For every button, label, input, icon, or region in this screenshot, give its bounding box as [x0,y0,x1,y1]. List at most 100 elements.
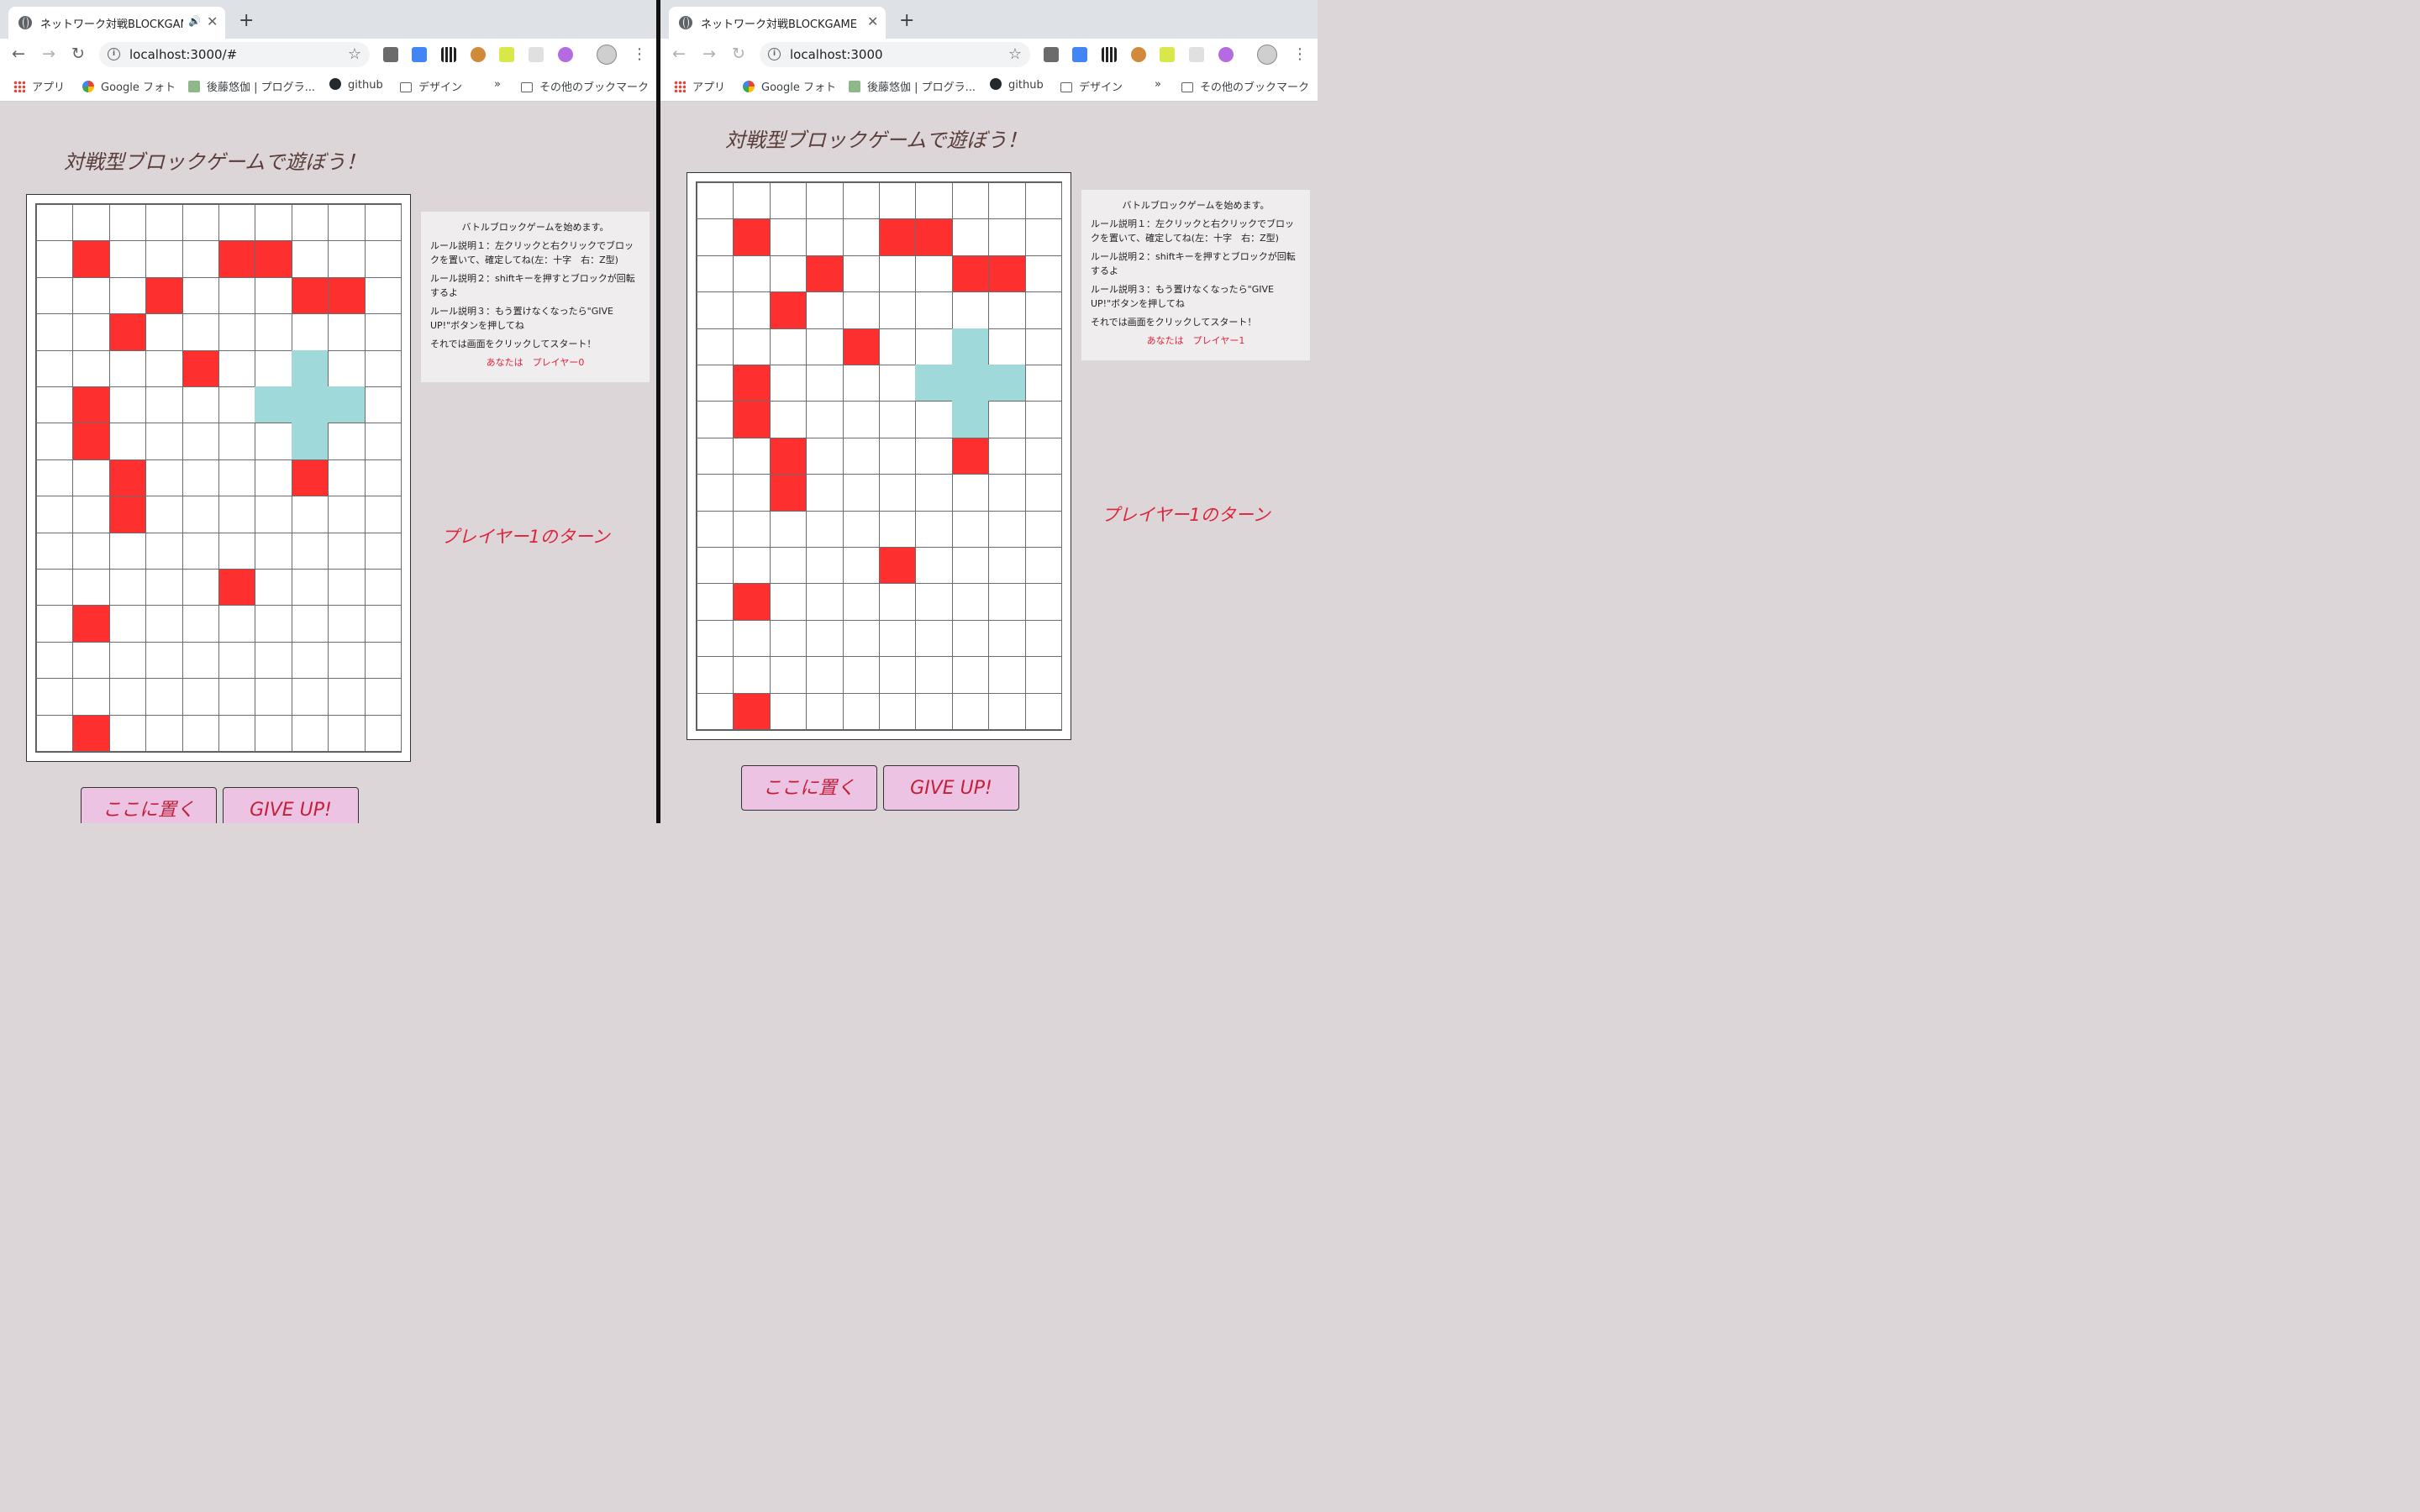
board-cell-red-block[interactable] [72,714,110,752]
board-cell[interactable] [697,182,734,220]
board-cell[interactable] [364,204,402,242]
board-cell[interactable] [842,656,880,694]
board-cell[interactable] [182,313,219,351]
board-cell-red-block[interactable] [328,276,366,315]
board-cell[interactable] [182,204,219,242]
board-cell[interactable] [951,291,990,329]
board-cell[interactable] [255,605,292,643]
board-cell[interactable] [1024,510,1062,548]
board-cell[interactable] [988,619,1026,658]
board-cell[interactable] [879,401,917,438]
board-cell[interactable] [806,291,844,329]
board-cell[interactable] [328,569,366,606]
board-cell[interactable] [328,714,366,752]
board-cell[interactable] [915,328,953,365]
board-cell[interactable] [951,619,990,658]
board-cell[interactable] [1024,291,1062,329]
board-cell[interactable] [145,386,183,424]
board-cell[interactable] [72,641,110,680]
board-cell[interactable] [218,276,256,315]
board-cell[interactable] [291,714,329,752]
board-cell[interactable] [36,240,74,278]
board-cell[interactable] [255,569,292,606]
board-cell[interactable] [915,547,953,585]
board-cell[interactable] [364,678,402,716]
board-cell[interactable] [806,692,844,730]
board-cell-preview-block[interactable] [291,386,329,424]
board-cell-preview-block[interactable] [915,365,953,402]
board-cell[interactable] [145,423,183,460]
bookmark-photos[interactable]: Google フォト [82,78,176,94]
board-cell-red-block[interactable] [72,240,110,278]
board-cell-red-block[interactable] [218,569,256,606]
board-cell[interactable] [218,459,256,497]
board-cell[interactable] [1024,692,1062,730]
board-cell[interactable] [769,182,808,220]
board-cell-red-block[interactable] [769,474,808,512]
give-up-button[interactable]: GIVE UP! [883,765,1019,811]
board-cell[interactable] [951,218,990,256]
info-icon[interactable]: i [108,48,120,60]
board-cell[interactable] [697,328,734,365]
board-cell[interactable] [842,510,880,548]
board-cell[interactable] [182,605,219,643]
board-cell[interactable] [36,569,74,606]
board-cell-red-block[interactable] [806,255,844,293]
camera-extension-icon[interactable] [1044,47,1059,62]
board-cell[interactable] [769,619,808,658]
board-cell[interactable] [364,276,402,315]
bookmark-overflow[interactable]: » [1155,78,1161,91]
place-here-button[interactable]: ここに置く [81,787,217,823]
board-cell[interactable] [72,459,110,497]
board-cell[interactable] [218,204,256,242]
board-cell[interactable] [218,678,256,716]
board-cell[interactable] [182,276,219,315]
board-cell[interactable] [697,401,734,438]
board-cell[interactable] [988,583,1026,621]
board-cell[interactable] [36,423,74,460]
board-cell[interactable] [915,619,953,658]
board-cell[interactable] [842,474,880,512]
board-cell[interactable] [879,437,917,475]
close-tab-icon[interactable]: ✕ [867,13,878,29]
board-cell[interactable] [697,547,734,585]
board-cell-red-block[interactable] [879,547,917,585]
board-cell[interactable] [806,510,844,548]
board-cell[interactable] [255,459,292,497]
board-cell[interactable] [879,583,917,621]
board-cell[interactable] [145,240,183,278]
board-cell[interactable] [879,692,917,730]
board-cell[interactable] [108,605,147,643]
board-cell-red-block[interactable] [733,583,771,621]
board-cell[interactable] [951,547,990,585]
board-cell[interactable] [364,532,402,570]
board-cell[interactable] [182,386,219,424]
board-cell[interactable] [697,619,734,658]
qr-extension-icon[interactable] [441,47,456,62]
board-cell[interactable] [733,182,771,220]
board-cell[interactable] [915,255,953,293]
new-tab-button[interactable]: + [899,10,914,31]
board-cell[interactable] [36,386,74,424]
board-cell[interactable] [697,583,734,621]
board-cell[interactable] [218,496,256,533]
board-cell[interactable] [182,532,219,570]
board-cell[interactable] [255,349,292,387]
board-cell-red-block[interactable] [218,240,256,278]
board-cell[interactable] [108,276,147,315]
board-cell[interactable] [697,437,734,475]
board-cell[interactable] [769,656,808,694]
board-cell[interactable] [36,641,74,680]
board-cell[interactable] [988,692,1026,730]
board-cell-red-block[interactable] [951,255,990,293]
board-cell-preview-block[interactable] [255,386,292,424]
game-board[interactable] [696,181,1062,731]
board-cell-red-block[interactable] [951,437,990,475]
board-cell-preview-block[interactable] [988,365,1026,402]
purple-extension-icon[interactable] [1218,47,1234,62]
board-cell[interactable] [951,656,990,694]
board-cell[interactable] [182,423,219,460]
board-cell[interactable] [182,459,219,497]
board-cell-red-block[interactable] [72,605,110,643]
board-cell[interactable] [291,641,329,680]
